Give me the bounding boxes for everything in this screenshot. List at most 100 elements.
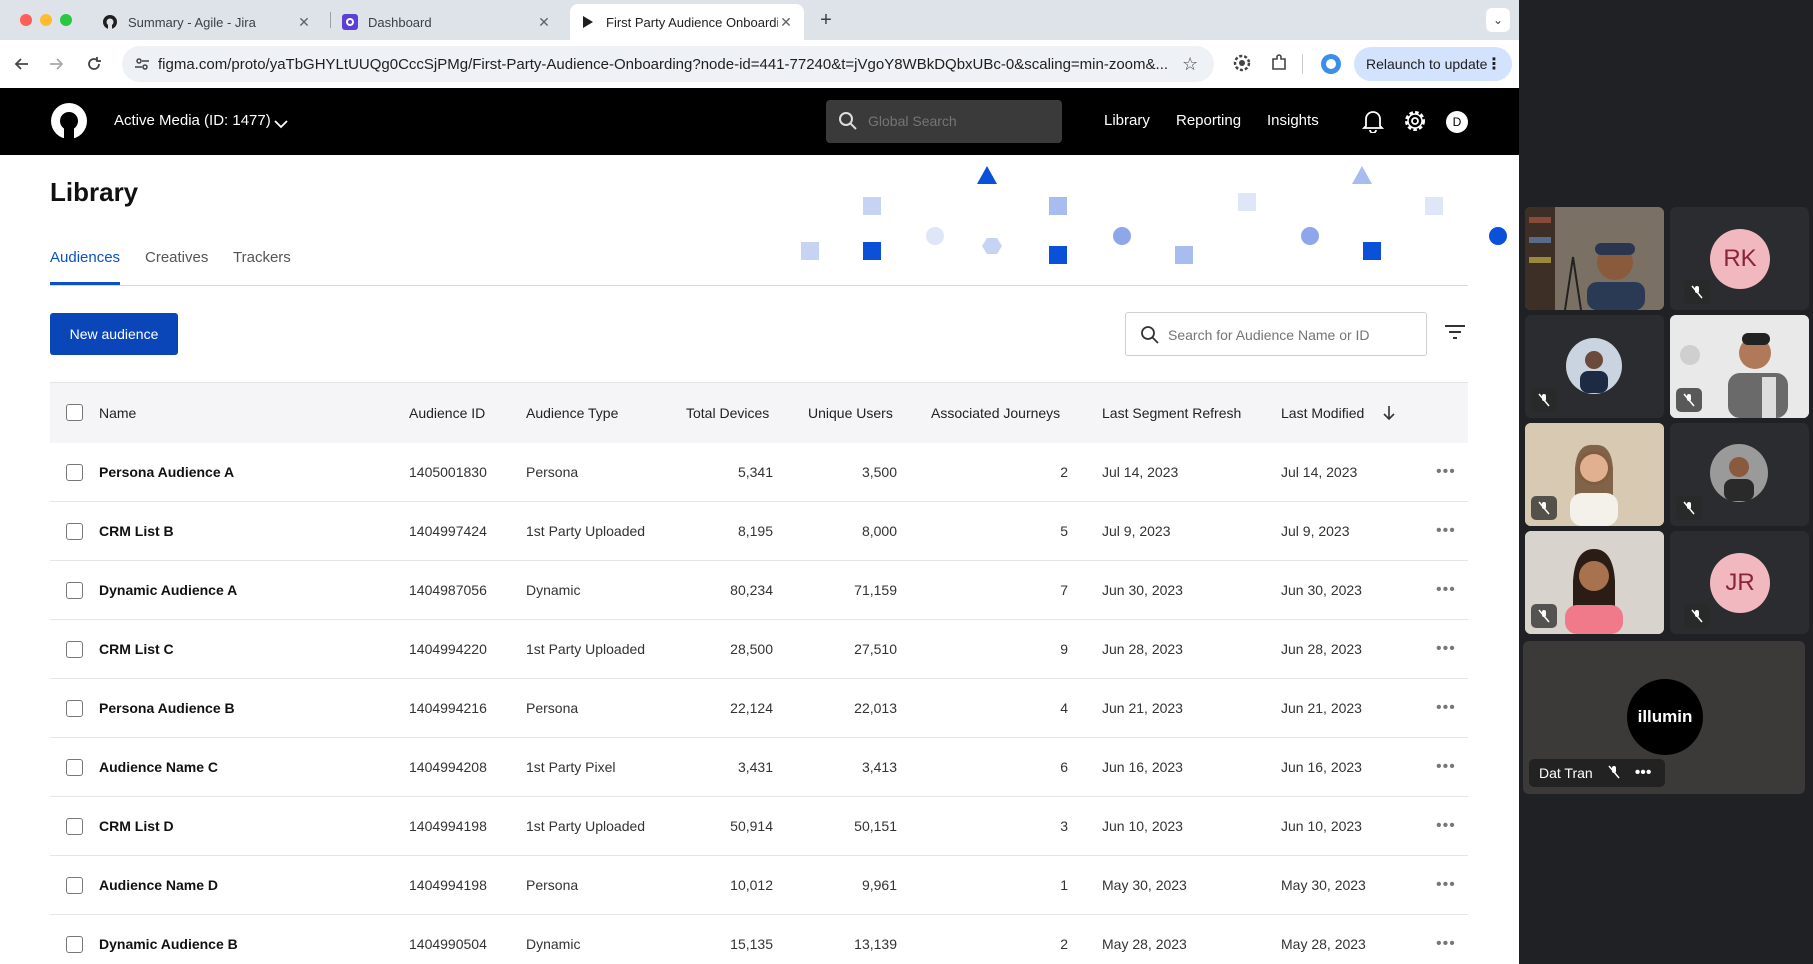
cell-name[interactable]: Persona Audience A	[99, 464, 234, 480]
address-bar[interactable]: figma.com/proto/yaTbGHYLtUUQg0CccSjPMg/F…	[122, 46, 1214, 82]
browser-tab-dashboard[interactable]: Dashboard ✕	[332, 4, 562, 40]
extension-gear-icon[interactable]	[1232, 53, 1252, 78]
close-icon[interactable]: ✕	[536, 14, 552, 31]
row-more-options-icon[interactable]: •••	[1436, 463, 1456, 481]
mic-off-icon	[1684, 604, 1710, 628]
reload-button[interactable]	[82, 52, 106, 76]
cell-name[interactable]: Dynamic Audience A	[99, 582, 237, 598]
table-row[interactable]: Persona Audience B 1404994216 Persona 22,12…	[50, 679, 1468, 738]
participant-tile[interactable]	[1670, 315, 1809, 418]
participant-tile[interactable]	[1525, 315, 1664, 418]
participant-tile[interactable]	[1670, 423, 1809, 526]
table-row[interactable]: Dynamic Audience A 1404987056 Dynamic 80,23…	[50, 561, 1468, 620]
audience-search-input[interactable]	[1168, 327, 1408, 343]
column-header-total-devices[interactable]: Total Devices	[686, 405, 769, 421]
row-checkbox[interactable]	[66, 818, 83, 835]
column-header-last-modified[interactable]: Last Modified	[1281, 405, 1364, 421]
row-checkbox[interactable]	[66, 700, 83, 717]
participant-tile[interactable]	[1525, 531, 1664, 634]
row-checkbox[interactable]	[66, 641, 83, 658]
site-settings-icon[interactable]	[134, 56, 150, 77]
table-row[interactable]: Audience Name D 1404994198 Persona 10,012 9,…	[50, 856, 1468, 915]
table-row[interactable]: Persona Audience A 1405001830 Persona 5,341…	[50, 443, 1468, 502]
column-header-last-segment-refresh[interactable]: Last Segment Refresh	[1102, 405, 1241, 421]
select-all-checkbox[interactable]	[66, 404, 83, 421]
bookmark-star-icon[interactable]: ☆	[1182, 54, 1198, 75]
row-checkbox[interactable]	[66, 464, 83, 481]
filter-icon[interactable]	[1443, 322, 1467, 347]
audience-search[interactable]	[1125, 312, 1427, 356]
app-logo-icon[interactable]	[50, 102, 88, 145]
bell-icon[interactable]	[1361, 109, 1385, 138]
cell-name[interactable]: CRM List C	[99, 641, 174, 657]
profile-icon[interactable]	[1320, 53, 1342, 80]
row-more-options-icon[interactable]: •••	[1436, 817, 1456, 835]
row-more-options-icon[interactable]: •••	[1436, 581, 1456, 599]
tab-audiences[interactable]: Audiences	[50, 249, 120, 266]
participant-tile[interactable]	[1525, 423, 1664, 526]
sort-down-arrow-icon[interactable]	[1383, 405, 1395, 426]
tab-creatives[interactable]: Creatives	[145, 249, 208, 266]
row-checkbox[interactable]	[66, 936, 83, 953]
row-more-options-icon[interactable]: •••	[1436, 640, 1456, 658]
table-row[interactable]: CRM List B 1404997424 1st Party Uploaded 8,…	[50, 502, 1468, 561]
row-more-options-icon[interactable]: •••	[1436, 699, 1456, 717]
back-button[interactable]	[10, 52, 34, 76]
participant-tile[interactable]: RK	[1670, 207, 1809, 310]
new-tab-button[interactable]: +	[814, 8, 838, 32]
table-row[interactable]: CRM List D 1404994198 1st Party Uploaded 50…	[50, 797, 1468, 856]
column-header-audience-type[interactable]: Audience Type	[526, 405, 618, 421]
browser-tab-jira[interactable]: Summary - Agile - Jira ✕	[92, 4, 322, 40]
row-more-options-icon[interactable]: •••	[1436, 522, 1456, 540]
close-icon[interactable]: ✕	[296, 14, 312, 31]
more-options-icon[interactable]: •••	[1635, 764, 1652, 782]
global-search-input[interactable]	[868, 113, 1048, 129]
cell-audience-type: Persona	[526, 700, 579, 716]
gear-icon[interactable]	[1403, 109, 1427, 138]
cell-name[interactable]: Persona Audience B	[99, 700, 235, 716]
extensions-puzzle-icon[interactable]	[1269, 53, 1289, 78]
table-row[interactable]: Dynamic Audience B 1404990504 Dynamic 15,13…	[50, 915, 1468, 964]
row-more-options-icon[interactable]: •••	[1436, 876, 1456, 894]
cell-total-devices: 10,012	[730, 877, 773, 893]
nav-library[interactable]: Library	[1104, 112, 1150, 129]
row-checkbox[interactable]	[66, 759, 83, 776]
participant-tile[interactable]: JR	[1670, 531, 1809, 634]
chevron-down-icon[interactable]	[274, 116, 288, 134]
global-search[interactable]	[826, 100, 1062, 143]
cell-name[interactable]: Audience Name C	[99, 759, 218, 775]
column-header-name[interactable]: Name	[99, 405, 136, 421]
cell-last-modified: Jun 10, 2023	[1281, 818, 1362, 834]
table-row[interactable]: CRM List C 1404994220 1st Party Uploaded 28…	[50, 620, 1468, 679]
table-row[interactable]: Audience Name C 1404994208 1st Party Pixel…	[50, 738, 1468, 797]
row-checkbox[interactable]	[66, 523, 83, 540]
active-speaker-tile[interactable]: illumin Dat Tran •••	[1523, 641, 1805, 794]
row-more-options-icon[interactable]: •••	[1436, 935, 1456, 953]
browser-tab-figma[interactable]: First Party Audience Onboarding ✕	[570, 4, 804, 40]
row-more-options-icon[interactable]: •••	[1436, 758, 1456, 776]
forward-button[interactable]	[44, 52, 68, 76]
close-window-button[interactable]	[20, 14, 32, 26]
close-icon[interactable]: ✕	[778, 14, 794, 31]
participant-tile[interactable]	[1525, 207, 1664, 310]
cell-associated-journeys: 2	[1060, 464, 1068, 480]
user-avatar[interactable]: D	[1446, 111, 1468, 133]
row-checkbox[interactable]	[66, 877, 83, 894]
account-switcher[interactable]: Active Media (ID: 1477)	[114, 112, 271, 129]
column-header-associated-journeys[interactable]: Associated Journeys	[931, 405, 1060, 421]
row-checkbox[interactable]	[66, 582, 83, 599]
nav-reporting[interactable]: Reporting	[1176, 112, 1241, 129]
tab-trackers[interactable]: Trackers	[233, 249, 291, 266]
nav-insights[interactable]: Insights	[1267, 112, 1319, 129]
new-audience-button[interactable]: New audience	[50, 313, 178, 355]
column-header-unique-users[interactable]: Unique Users	[808, 405, 893, 421]
maximize-window-button[interactable]	[60, 14, 72, 26]
minimize-window-button[interactable]	[40, 14, 52, 26]
cell-name[interactable]: CRM List D	[99, 818, 174, 834]
relaunch-button[interactable]: Relaunch to update ⋮	[1354, 47, 1512, 81]
tab-search-button[interactable]: ⌄	[1486, 8, 1510, 32]
cell-name[interactable]: Audience Name D	[99, 877, 218, 893]
column-header-audience-id[interactable]: Audience ID	[409, 405, 485, 421]
cell-name[interactable]: CRM List B	[99, 523, 174, 539]
cell-name[interactable]: Dynamic Audience B	[99, 936, 238, 952]
